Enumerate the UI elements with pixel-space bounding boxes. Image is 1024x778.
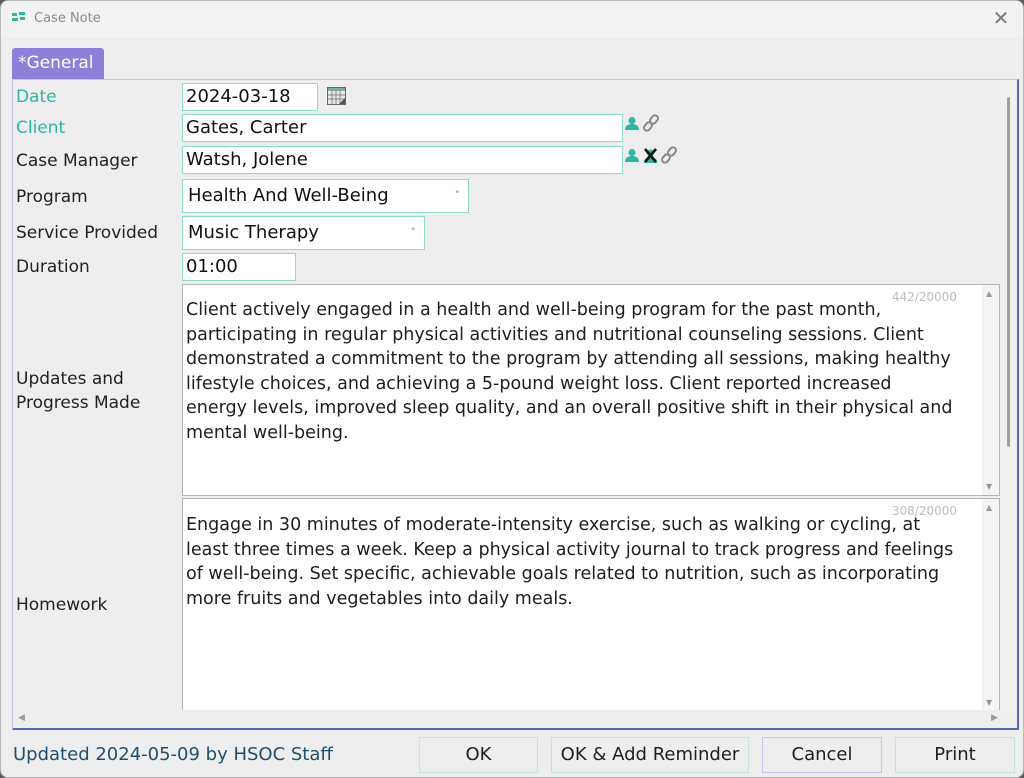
text-line: demonstrated a commitment to the program…	[186, 349, 951, 370]
duration-field[interactable]: 01:00	[182, 253, 296, 281]
updates-scrollbar[interactable]: ▲ ▼	[982, 285, 999, 495]
updates-text: Client actively engaged in a health and …	[186, 298, 975, 446]
tab-general[interactable]: *General	[12, 48, 104, 79]
text-line: mental well-being.	[186, 422, 349, 443]
text-line: energy levels, improved sleep quality, a…	[186, 398, 953, 419]
service-provided-value: Music Therapy	[188, 222, 319, 243]
homework-label: Homework	[16, 595, 108, 615]
ok-add-reminder-button[interactable]: OK & Add Reminder	[551, 737, 749, 773]
cancel-button[interactable]: Cancel	[762, 737, 882, 773]
text-line: more fruits and vegetables into daily me…	[186, 588, 573, 609]
scroll-down-icon[interactable]: ▼	[986, 482, 992, 491]
scroll-right-icon[interactable]: ▶	[991, 713, 998, 723]
date-field[interactable]: 2024-03-18	[182, 83, 318, 111]
clear-icon[interactable]	[642, 147, 659, 164]
service-provided-select[interactable]: Music Therapy ˅	[182, 216, 425, 250]
last-updated-status: Updated 2024-05-09 by HSOC Staff	[13, 744, 333, 765]
text-line: Client actively engaged in a health and …	[186, 300, 882, 320]
window-title: Case Note	[34, 11, 101, 26]
scrollbar-thumb[interactable]	[1007, 97, 1010, 447]
duration-label: Duration	[16, 257, 90, 277]
homework-textarea[interactable]: 308/20000 Engage in 30 minutes of modera…	[182, 498, 1000, 712]
case-manager-label: Case Manager	[16, 151, 138, 171]
text-line: Engage in 30 minutes of moderate-intensi…	[186, 515, 921, 535]
client-field[interactable]: Gates, Carter	[182, 114, 623, 142]
scroll-up-icon[interactable]: ▲	[986, 503, 992, 512]
scroll-down-icon[interactable]: ▼	[986, 698, 992, 707]
service-provided-label: Service Provided	[16, 223, 159, 243]
app-logo-icon	[12, 12, 25, 21]
homework-scrollbar[interactable]: ▲ ▼	[982, 499, 999, 711]
text-line: lifestyle choices, and achieving a 5-pou…	[186, 373, 892, 394]
program-select[interactable]: Health And Well-Being ˅	[182, 179, 469, 213]
link-icon[interactable]	[641, 114, 661, 132]
title-bar: Case Note ✕	[1, 1, 1023, 37]
updates-label: Updates and Progress Made	[16, 367, 140, 415]
panel-vertical-scrollbar[interactable]	[1000, 81, 1017, 711]
calendar-icon[interactable]	[327, 87, 347, 106]
close-button[interactable]: ✕	[989, 7, 1013, 31]
print-button[interactable]: Print	[895, 737, 1015, 773]
scroll-up-icon[interactable]: ▲	[986, 289, 992, 298]
chevron-down-icon: ˅	[454, 189, 461, 202]
case-note-dialog: Case Note ✕ *General Date 2024-03-18 Cli…	[0, 0, 1024, 778]
updates-textarea[interactable]: 442/20000 Client actively engaged in a h…	[182, 284, 1000, 496]
ok-button[interactable]: OK	[419, 737, 538, 773]
link-icon[interactable]	[659, 146, 679, 164]
panel-horizontal-scrollbar[interactable]: ◀ ▶	[13, 710, 1000, 728]
person-icon[interactable]	[625, 148, 639, 163]
chevron-down-icon: ˅	[410, 226, 417, 239]
text-line: participating in regular physical activi…	[186, 324, 924, 345]
text-line: least three times a week. Keep a physica…	[186, 539, 954, 560]
text-line: of well-being. Set specific, achievable …	[186, 564, 940, 585]
updates-label-line2: Progress Made	[16, 393, 141, 413]
case-manager-field[interactable]: Watsh, Jolene	[182, 146, 623, 174]
person-icon[interactable]	[625, 116, 639, 131]
scroll-left-icon[interactable]: ◀	[18, 713, 25, 723]
close-icon: ✕	[992, 6, 1010, 30]
date-label: Date	[16, 87, 57, 107]
client-label: Client	[16, 118, 66, 138]
homework-text: Engage in 30 minutes of moderate-intensi…	[186, 513, 975, 611]
program-value: Health And Well-Being	[188, 185, 389, 206]
program-label: Program	[16, 187, 88, 207]
updates-label-line1: Updates and	[16, 369, 124, 389]
